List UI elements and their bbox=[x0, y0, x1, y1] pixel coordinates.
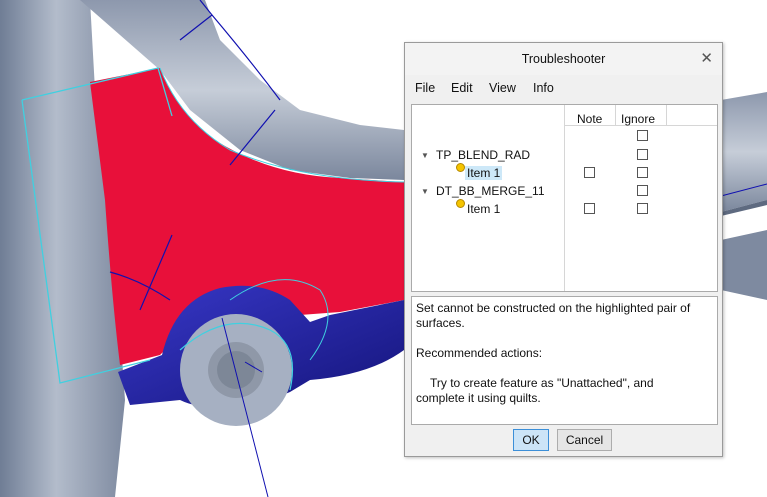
note-checkbox[interactable] bbox=[584, 203, 595, 214]
column-header-ignore[interactable]: Ignore bbox=[621, 112, 655, 126]
troubleshooter-dialog: Troubleshooter ✕ File Edit View Info Not… bbox=[404, 42, 723, 457]
recommended-actions-heading: Recommended actions: bbox=[416, 346, 543, 360]
ok-button[interactable]: OK bbox=[513, 429, 549, 451]
ignore-checkbox[interactable] bbox=[637, 203, 648, 214]
message-text: surfaces. bbox=[416, 316, 465, 330]
tree-item-dt-bb-merge-11[interactable]: DT_BB_MERGE_11 bbox=[436, 184, 545, 198]
dialog-title: Troubleshooter bbox=[521, 52, 606, 66]
note-checkbox[interactable] bbox=[584, 167, 595, 178]
ignore-checkbox[interactable] bbox=[637, 130, 648, 141]
column-divider bbox=[666, 105, 667, 125]
ignore-checkbox[interactable] bbox=[637, 149, 648, 160]
menu-info[interactable]: Info bbox=[533, 81, 554, 95]
ignore-checkbox[interactable] bbox=[637, 167, 648, 178]
tree-item-item1-selected[interactable]: Item 1 bbox=[465, 166, 503, 180]
menu-bar: File Edit View Info bbox=[405, 79, 722, 99]
menu-edit[interactable]: Edit bbox=[451, 81, 473, 95]
tree-item-tp-blend-rad[interactable]: TP_BLEND_RAD bbox=[436, 148, 530, 162]
ignore-checkbox[interactable] bbox=[637, 185, 648, 196]
message-text: Set cannot be constructed on the highlig… bbox=[416, 301, 691, 315]
tree-item-item1[interactable]: Item 1 bbox=[467, 202, 500, 216]
action-text: Try to create feature as "Unattached", a… bbox=[430, 376, 654, 390]
feature-tree[interactable]: Note Ignore ▼ TP_BLEND_RAD Item 1 ▼ DT_B… bbox=[411, 104, 718, 292]
close-icon[interactable]: ✕ bbox=[700, 49, 713, 67]
menu-file[interactable]: File bbox=[415, 81, 435, 95]
status-dot-icon bbox=[456, 199, 465, 208]
action-text: complete it using quilts. bbox=[416, 391, 541, 405]
column-divider bbox=[564, 105, 565, 291]
status-dot-icon bbox=[456, 163, 465, 172]
left-tube bbox=[0, 0, 125, 497]
lower-right-tube bbox=[721, 230, 767, 300]
column-header-note[interactable]: Note bbox=[577, 112, 602, 126]
message-panel: Set cannot be constructed on the highlig… bbox=[411, 296, 718, 425]
menu-view[interactable]: View bbox=[489, 81, 516, 95]
expand-triangle-icon[interactable]: ▼ bbox=[421, 187, 429, 196]
dialog-titlebar[interactable]: Troubleshooter ✕ bbox=[405, 43, 722, 75]
cancel-button[interactable]: Cancel bbox=[557, 429, 612, 451]
column-divider bbox=[615, 105, 616, 125]
expand-triangle-icon[interactable]: ▼ bbox=[421, 151, 429, 160]
